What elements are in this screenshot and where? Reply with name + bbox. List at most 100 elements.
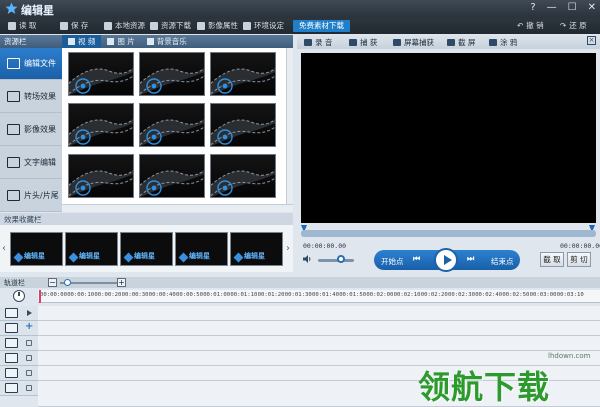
preview-progress-bar[interactable] xyxy=(301,230,596,237)
undo-arrow-icon: ↶ xyxy=(517,21,524,30)
expand-arrow-icon[interactable] xyxy=(27,310,32,316)
undo-button[interactable]: ↶ 撤 销 xyxy=(517,20,544,31)
film-strip-icon xyxy=(140,67,204,95)
subtitle-track-header[interactable] xyxy=(0,336,38,351)
lock-icon[interactable] xyxy=(26,385,32,391)
film-strip-icon xyxy=(211,67,275,95)
playhead[interactable] xyxy=(39,290,41,303)
effect-thumbnail[interactable]: 编辑星 xyxy=(65,232,118,266)
total-time: 00:00:00.00 xyxy=(560,242,600,250)
grid-vertical-scrollbar[interactable] xyxy=(286,48,293,204)
lock-icon[interactable] xyxy=(26,355,32,361)
skip-back-icon[interactable]: ⏮ xyxy=(413,254,420,264)
ruler-tick-label: 00:01:50 xyxy=(339,292,367,298)
ruler-tick-label: 00:01:30 xyxy=(284,292,312,298)
settings-button[interactable]: 环境设定 xyxy=(243,20,284,31)
film-icon xyxy=(197,21,205,30)
screen-capture-button[interactable]: 屏幕捕获 xyxy=(393,37,434,48)
sidebar-item-intro-outro[interactable]: 片头/片尾 xyxy=(0,180,62,212)
help-button[interactable]: ? xyxy=(530,2,535,13)
text-track-header[interactable] xyxy=(0,351,38,366)
sidebar-item-edit-file[interactable]: 编辑文件 xyxy=(0,48,62,80)
set-end-point-button[interactable]: 结束点 xyxy=(491,256,514,267)
lock-icon[interactable] xyxy=(26,340,32,346)
chevron-right-icon[interactable]: › xyxy=(286,243,290,254)
speaker-icon[interactable] xyxy=(302,254,312,264)
window-controls: ? — ☐ ✕ xyxy=(530,2,596,13)
ruler-tick-label: 00:00:30 xyxy=(121,292,149,298)
time-ruler[interactable]: 00:00:00 00:00:10 00:00:20 00:00:30 00:00:40… xyxy=(38,290,600,303)
current-time: 00:00:00.00 xyxy=(303,242,347,250)
media-thumbnail[interactable] xyxy=(68,154,134,198)
media-thumbnail[interactable] xyxy=(68,52,134,96)
volume-knob[interactable] xyxy=(337,255,345,263)
media-thumbnail[interactable] xyxy=(210,103,276,147)
microphone-icon xyxy=(304,39,312,46)
media-thumbnail[interactable] xyxy=(139,52,205,96)
chevron-left-icon[interactable]: ‹ xyxy=(2,243,6,254)
video-track-icon xyxy=(5,308,18,318)
media-thumbnail[interactable] xyxy=(68,103,134,147)
video-properties-button[interactable]: 影像属性 xyxy=(197,20,238,31)
app-title: 编辑星 xyxy=(21,4,54,17)
effect-thumbnail[interactable]: 编辑星 xyxy=(230,232,283,266)
effect-thumbnail[interactable]: 编辑星 xyxy=(120,232,173,266)
media-thumbnail[interactable] xyxy=(139,103,205,147)
zoom-in-button[interactable]: + xyxy=(117,278,126,287)
screenshot-button[interactable]: 截 屏 xyxy=(447,37,475,48)
zoom-knob[interactable] xyxy=(64,279,71,286)
effect-thumbnail[interactable]: 编辑星 xyxy=(175,232,228,266)
ruler-tick-label: 00:03:00 xyxy=(529,292,557,298)
add-track-icon[interactable]: + xyxy=(25,321,33,332)
audio-track-lane[interactable] xyxy=(38,321,600,336)
doodle-button[interactable]: 涂 鸦 xyxy=(489,37,517,48)
play-button[interactable] xyxy=(434,248,458,272)
volume-slider[interactable] xyxy=(318,259,354,262)
resource-download-button[interactable]: 资源下载 xyxy=(150,20,191,31)
media-thumbnail[interactable] xyxy=(210,52,276,96)
video-track-lane[interactable] xyxy=(38,306,600,321)
audio-track-header[interactable]: + xyxy=(0,321,38,336)
ruler-tick-label: 00:01:00 xyxy=(203,292,231,298)
capture-button[interactable]: 捕 获 xyxy=(349,37,377,48)
redo-arrow-icon: ↷ xyxy=(560,21,567,30)
grid-horizontal-scrollbar[interactable] xyxy=(62,204,293,212)
subtitle-track-lane[interactable] xyxy=(38,336,600,351)
sidebar-item-text-edit[interactable]: 文字编辑 xyxy=(0,147,62,179)
cut-button[interactable]: 截 取 xyxy=(540,252,564,267)
maximize-button[interactable]: ☐ xyxy=(568,2,577,13)
sidebar-item-video-effect[interactable]: 影像效果 xyxy=(0,114,62,146)
lock-icon[interactable] xyxy=(26,370,32,376)
free-materials-button[interactable]: 免费素材下载 xyxy=(293,20,350,32)
minimize-button[interactable]: — xyxy=(547,2,557,13)
split-button[interactable]: 剪 切 xyxy=(567,252,591,267)
local-resource-button[interactable]: 本地资源 xyxy=(104,20,145,31)
tab-music[interactable]: 背景音乐 xyxy=(141,35,193,48)
sidebar-item-transition[interactable]: 转场效果 xyxy=(0,81,62,113)
ruler-tick-label: 00:00:50 xyxy=(176,292,203,298)
record-audio-button[interactable]: 录 音 xyxy=(304,37,332,48)
media-thumbnail[interactable] xyxy=(210,154,276,198)
skip-forward-icon[interactable]: ⏭ xyxy=(467,254,474,264)
redo-button[interactable]: ↷ 还 原 xyxy=(560,20,587,31)
music-track-header[interactable] xyxy=(0,366,38,381)
close-icon[interactable]: × xyxy=(587,36,596,45)
video-track-header[interactable] xyxy=(0,306,38,321)
close-button[interactable]: ✕ xyxy=(588,2,596,13)
save-button[interactable]: 保 存 xyxy=(60,20,88,31)
video-icon xyxy=(68,38,75,45)
ruler-tick-label: 00:03:10 xyxy=(556,292,584,298)
set-start-point-button[interactable]: 开始点 xyxy=(381,256,404,267)
media-thumbnail[interactable] xyxy=(139,154,205,198)
effect-thumbnail[interactable]: 编辑星 xyxy=(10,232,63,266)
star-logo-icon xyxy=(5,2,18,14)
film-strip-icon xyxy=(69,169,133,197)
subtitle-track-icon xyxy=(5,338,18,348)
film-strip-icon xyxy=(69,118,133,146)
extra-track-header[interactable] xyxy=(0,381,38,396)
tab-image[interactable]: 图 片 xyxy=(101,35,140,48)
ruler-tick-label: 00:02:40 xyxy=(475,292,503,298)
tab-video[interactable]: 视 频 xyxy=(62,35,102,48)
zoom-out-button[interactable]: − xyxy=(48,278,57,287)
open-button[interactable]: 读 取 xyxy=(8,20,36,31)
